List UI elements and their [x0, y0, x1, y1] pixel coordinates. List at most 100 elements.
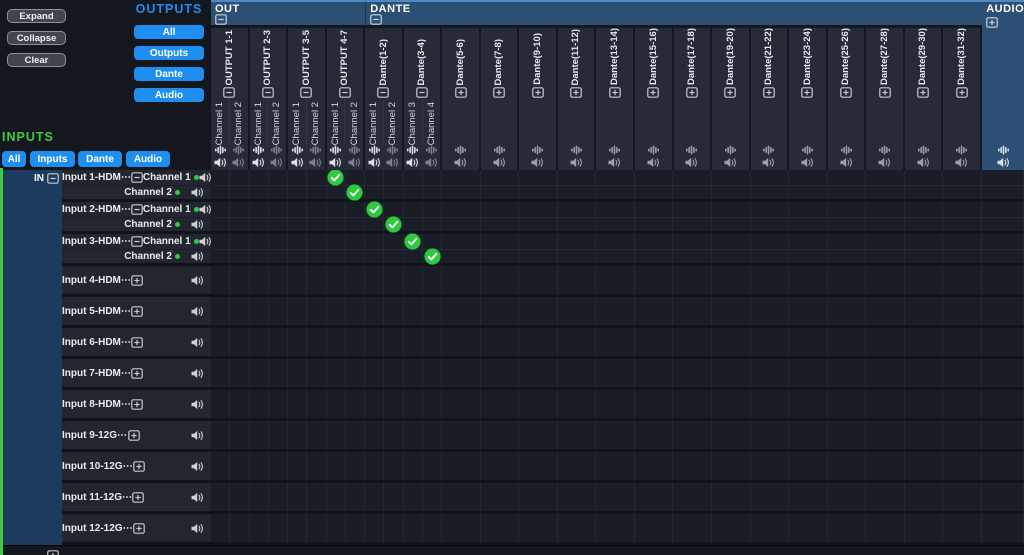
matrix-cell[interactable] — [404, 483, 423, 511]
matrix-cell[interactable] — [442, 234, 481, 249]
matrix-cell[interactable] — [866, 483, 905, 511]
minus-toggle[interactable] — [131, 204, 143, 215]
matrix-cell[interactable] — [346, 250, 365, 263]
matrix-cell[interactable] — [519, 359, 558, 387]
matrix-cell[interactable] — [230, 186, 249, 199]
matrix-cell[interactable] — [673, 421, 712, 449]
matrix-cell[interactable] — [712, 359, 751, 387]
matrix-cell[interactable] — [269, 390, 288, 418]
matrix-cell[interactable] — [230, 202, 249, 217]
plus-toggle[interactable] — [127, 430, 141, 441]
matrix-cell[interactable] — [365, 421, 384, 449]
matrix-cell[interactable] — [596, 421, 635, 449]
matrix-cell[interactable] — [269, 234, 288, 249]
speaker-icon[interactable] — [191, 399, 204, 410]
matrix-cell[interactable] — [269, 266, 288, 294]
matrix-cell[interactable] — [288, 421, 307, 449]
speaker-icon[interactable] — [762, 157, 775, 168]
matrix-cell[interactable] — [635, 170, 674, 185]
matrix-cell[interactable] — [442, 452, 481, 480]
matrix-cell[interactable] — [211, 202, 230, 217]
matrix-cell[interactable] — [481, 266, 520, 294]
matrix-cell[interactable] — [558, 390, 597, 418]
matrix-cell[interactable] — [250, 514, 269, 542]
matrix-cell[interactable] — [365, 452, 384, 480]
matrix-cell[interactable] — [269, 297, 288, 325]
matrix-cell[interactable] — [982, 170, 1024, 185]
matrix-cell[interactable] — [423, 202, 442, 217]
matrix-cell[interactable] — [288, 390, 307, 418]
matrix-cell[interactable] — [423, 483, 442, 511]
matrix-cell[interactable] — [789, 266, 828, 294]
expand-button[interactable]: Expand — [7, 9, 66, 23]
matrix-cell[interactable] — [635, 483, 674, 511]
inputs-filter-inputs[interactable]: Inputs — [30, 151, 75, 167]
matrix-cell[interactable] — [943, 186, 982, 199]
plus-toggle[interactable] — [801, 87, 813, 98]
matrix-cell[interactable] — [211, 250, 230, 263]
matrix-cell[interactable] — [519, 218, 558, 231]
matrix-cell[interactable] — [828, 186, 867, 199]
matrix-cell[interactable] — [346, 514, 365, 542]
matrix-cell[interactable] — [789, 170, 828, 185]
matrix-cell[interactable] — [384, 390, 403, 418]
matrix-cell[interactable] — [442, 170, 481, 185]
matrix-cell[interactable] — [481, 186, 520, 199]
speaker-icon[interactable] — [270, 157, 283, 168]
matrix-cell[interactable] — [866, 170, 905, 185]
speaker-icon[interactable] — [425, 157, 438, 168]
speaker-icon[interactable] — [191, 187, 204, 198]
matrix-cell[interactable] — [230, 234, 249, 249]
matrix-cell[interactable] — [288, 359, 307, 387]
matrix-cell[interactable] — [384, 452, 403, 480]
matrix-cell[interactable] — [211, 297, 230, 325]
matrix-cell[interactable] — [230, 359, 249, 387]
matrix-cell[interactable] — [905, 266, 944, 294]
matrix-cell[interactable] — [250, 483, 269, 511]
matrix-cell[interactable] — [519, 234, 558, 249]
matrix-cell[interactable] — [905, 390, 944, 418]
matrix-cell[interactable] — [673, 202, 712, 217]
matrix-cell[interactable] — [423, 359, 442, 387]
matrix-cell[interactable] — [673, 297, 712, 325]
matrix-cell[interactable] — [982, 250, 1024, 263]
matrix-cell[interactable] — [519, 328, 558, 356]
matrix-cell[interactable] — [346, 202, 365, 217]
matrix-cell[interactable] — [828, 266, 867, 294]
speaker-icon[interactable] — [685, 157, 698, 168]
matrix-cell[interactable] — [404, 266, 423, 294]
matrix-cell[interactable] — [712, 514, 751, 542]
matrix-cell[interactable] — [404, 390, 423, 418]
matrix-cell[interactable] — [943, 218, 982, 231]
matrix-cell[interactable] — [442, 483, 481, 511]
matrix-cell[interactable] — [905, 250, 944, 263]
matrix-cell[interactable] — [866, 359, 905, 387]
speaker-icon[interactable] — [191, 368, 204, 379]
minus-toggle[interactable] — [131, 172, 143, 183]
route-check-icon[interactable] — [327, 170, 345, 185]
plus-toggle[interactable] — [724, 87, 736, 98]
matrix-cell[interactable] — [230, 514, 249, 542]
matrix-cell[interactable] — [751, 297, 790, 325]
matrix-cell[interactable] — [673, 170, 712, 185]
matrix-cell[interactable] — [288, 452, 307, 480]
matrix-cell[interactable] — [423, 514, 442, 542]
matrix-cell[interactable] — [327, 170, 346, 185]
matrix-cell[interactable] — [712, 328, 751, 356]
matrix-cell[interactable] — [789, 390, 828, 418]
matrix-cell[interactable] — [558, 359, 597, 387]
matrix-cell[interactable] — [423, 328, 442, 356]
speaker-icon[interactable] — [997, 157, 1010, 168]
matrix-cell[interactable] — [635, 452, 674, 480]
matrix-cell[interactable] — [230, 421, 249, 449]
plus-toggle[interactable] — [982, 15, 1024, 28]
speaker-icon[interactable] — [252, 157, 265, 168]
matrix-cell[interactable] — [789, 202, 828, 217]
matrix-cell[interactable] — [384, 421, 403, 449]
matrix-cell[interactable] — [982, 328, 1024, 356]
matrix-cell[interactable] — [288, 186, 307, 199]
matrix-cell[interactable] — [673, 359, 712, 387]
matrix-cell[interactable] — [269, 483, 288, 511]
matrix-cell[interactable] — [442, 359, 481, 387]
matrix-cell[interactable] — [211, 359, 230, 387]
